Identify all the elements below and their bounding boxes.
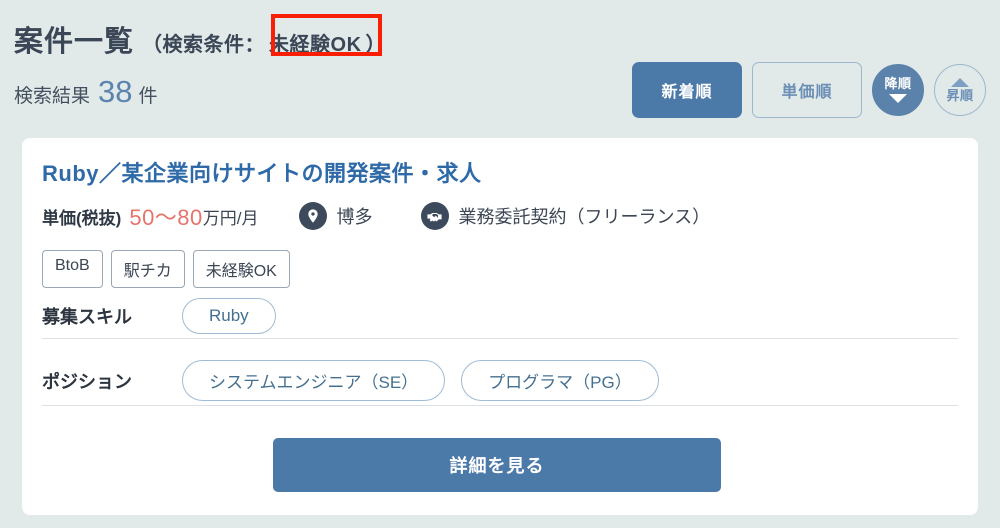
- price-unit: 万円/月: [202, 208, 259, 228]
- job-card[interactable]: Ruby／某企業向けサイトの開発案件・求人 単価(税抜) 50〜80 万円/月 …: [22, 138, 978, 515]
- page-title: 案件一覧: [14, 26, 135, 58]
- price-label: 単価(税抜): [42, 208, 122, 228]
- result-label: 検索結果: [14, 86, 91, 107]
- triangle-down-icon: [889, 93, 907, 103]
- job-location-text: 博多: [336, 207, 373, 227]
- view-detail-button[interactable]: 詳細を見る: [273, 438, 721, 492]
- sort-descending-button[interactable]: 降順: [872, 64, 924, 116]
- handshake-icon: [420, 202, 449, 230]
- job-location: 博多: [298, 202, 373, 230]
- price-value: 50〜80: [129, 205, 203, 230]
- divider: [42, 405, 958, 406]
- positions-row: ポジション システムエンジニア（SE） プログラマ（PG）: [42, 360, 675, 401]
- position-pill[interactable]: プログラマ（PG）: [461, 360, 659, 401]
- sort-price-label: 単価順: [781, 84, 833, 101]
- job-meta-row: 単価(税抜) 50〜80 万円/月 博多 業務委託契約（フリーランス）: [42, 200, 710, 232]
- job-tag[interactable]: 駅チカ: [110, 250, 185, 288]
- job-contract: 業務委託契約（フリーランス）: [420, 202, 711, 230]
- condition-prefix: （検索条件：: [142, 34, 266, 56]
- skills-row: 募集スキル Ruby: [42, 298, 292, 334]
- job-tag-row: BtoB 駅チカ 未経験OK: [42, 250, 290, 288]
- condition-value: 未経験OK: [269, 34, 362, 56]
- triangle-up-icon: [951, 77, 969, 87]
- position-pill[interactable]: システムエンジニア（SE）: [182, 360, 446, 401]
- skill-pill[interactable]: Ruby: [182, 298, 276, 334]
- sort-price-button[interactable]: 単価順: [752, 62, 862, 118]
- sort-newest-label: 新着順: [661, 84, 713, 101]
- divider: [42, 338, 958, 339]
- sort-descending-label: 降順: [884, 76, 912, 92]
- sort-controls: 新着順 単価順 降順 昇順: [632, 62, 986, 118]
- result-count: 38: [98, 74, 133, 109]
- search-result-row: 検索結果 38 件: [14, 74, 158, 110]
- job-title[interactable]: Ruby／某企業向けサイトの開発案件・求人: [42, 156, 482, 188]
- page-header: 案件一覧 （検索条件： 未経験OK） 検索結果 38 件 新着順 単価順 降順 昇…: [0, 0, 1000, 138]
- skills-label: 募集スキル: [42, 307, 132, 327]
- condition-suffix: ）: [365, 34, 387, 56]
- job-contract-text: 業務委託契約（フリーランス）: [458, 207, 711, 227]
- job-tag[interactable]: BtoB: [42, 250, 103, 288]
- page-title-row: 案件一覧 （検索条件： 未経験OK）: [14, 18, 386, 60]
- positions-label: ポジション: [42, 371, 132, 392]
- result-unit: 件: [138, 86, 158, 107]
- sort-ascending-button[interactable]: 昇順: [934, 64, 986, 116]
- search-condition: （検索条件： 未経験OK）: [142, 28, 386, 57]
- map-pin-icon: [298, 202, 327, 230]
- sort-ascending-label: 昇順: [946, 87, 974, 103]
- job-tag[interactable]: 未経験OK: [192, 250, 290, 288]
- sort-newest-button[interactable]: 新着順: [632, 62, 742, 118]
